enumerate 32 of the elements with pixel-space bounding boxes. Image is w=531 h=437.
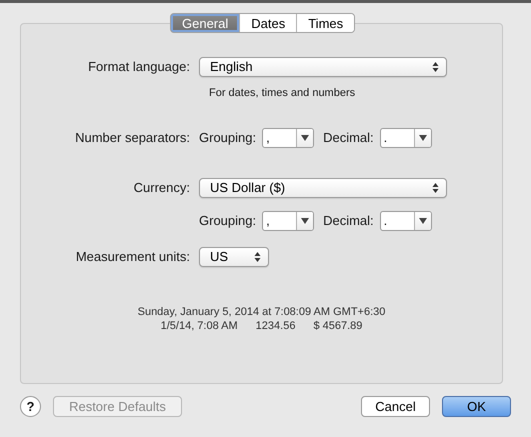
combo-box[interactable]: ,: [262, 210, 314, 230]
help-button[interactable]: ?: [20, 396, 41, 417]
popup-menu[interactable]: US Dollar ($): [199, 178, 447, 198]
ok-button[interactable]: OK: [442, 396, 511, 417]
tab[interactable]: General: [171, 14, 240, 32]
sample-date-text: Sunday, January 5, 2014 at 7:08:09 AM GMT+6:30: [138, 304, 386, 318]
hint-text: For dates, times and numbers: [209, 86, 356, 101]
cancel-button[interactable]: Cancel: [361, 396, 430, 417]
field-label: Number separators:: [74, 128, 191, 147]
combo-box[interactable]: .: [380, 210, 432, 230]
grouping-label: Grouping:: [199, 212, 256, 230]
sample-format-text: $ 4567.89: [313, 318, 362, 332]
field-label: Measurement units:: [74, 248, 191, 266]
dropdown-triangle-icon: [418, 134, 427, 140]
decimal-label: Decimal:: [323, 212, 374, 230]
dropdown-triangle-icon: [418, 218, 427, 224]
popup-menu[interactable]: US: [199, 246, 269, 266]
sample-format-text: 1/5/14, 7:08 AM: [160, 318, 238, 332]
stepper-arrows-icon: [254, 250, 261, 262]
dropdown-triangle-icon: [301, 134, 310, 140]
sample-format-text: 1234.56: [256, 318, 296, 332]
combo-box[interactable]: .: [380, 128, 432, 148]
stepper-arrows-icon: [432, 61, 439, 73]
decimal-label: Decimal:: [323, 128, 374, 147]
grouping-label: Grouping:: [199, 128, 256, 147]
dropdown-triangle-icon: [301, 218, 310, 224]
stepper-arrows-icon: [432, 182, 439, 194]
tab[interactable]: Times: [296, 14, 354, 32]
popup-menu[interactable]: English: [199, 57, 447, 77]
field-label: Currency:: [132, 178, 191, 197]
field-label: Format language:: [87, 58, 191, 76]
combo-box[interactable]: ,: [262, 128, 314, 148]
